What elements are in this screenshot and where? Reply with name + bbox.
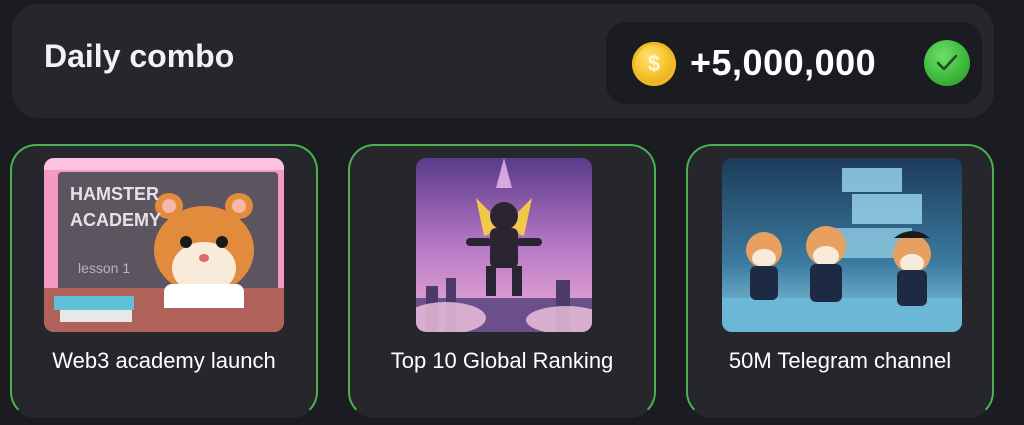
page-title: Daily combo: [44, 38, 235, 74]
board-text-line2: ACADEMY: [70, 210, 162, 230]
combo-card-web3-academy[interactable]: HAMSTER ACADEMY lesson 1 Web3 academy la…: [10, 144, 318, 418]
board-text-line1: HAMSTER: [70, 184, 159, 204]
checkmark-icon: [924, 40, 970, 86]
combo-card-top10-ranking[interactable]: Top 10 Global Ranking: [348, 144, 656, 418]
hamster-academy-image: HAMSTER ACADEMY lesson 1: [44, 158, 284, 332]
reward-amount: +5,000,000: [690, 42, 877, 83]
pirate-hamsters-image: [722, 158, 962, 332]
board-text-line3: lesson 1: [78, 260, 131, 276]
coin-symbol: $: [647, 51, 661, 76]
flying-hero-image: [416, 158, 592, 332]
coin-icon: $: [632, 42, 676, 86]
daily-combo-header: Daily combo $ +5,000,000: [12, 4, 994, 118]
combo-card-telegram-channel[interactable]: 50M Telegram channel: [686, 144, 994, 418]
card-label: 50M Telegram channel: [728, 348, 952, 373]
card-label: Top 10 Global Ranking: [390, 348, 614, 373]
reward-badge: $ +5,000,000: [606, 22, 982, 104]
card-label: Web3 academy launch: [52, 348, 276, 373]
